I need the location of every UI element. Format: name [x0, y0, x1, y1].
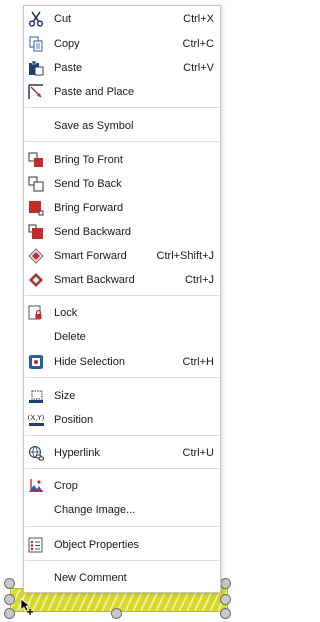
- menu-item-size[interactable]: Size: [24, 385, 220, 407]
- menu-item-label: Paste: [54, 62, 83, 74]
- shortcut-text: Ctrl+U: [182, 447, 214, 459]
- menu-item-save-as-symbol[interactable]: Save as Symbol: [24, 115, 220, 137]
- menu-item-new-comment[interactable]: New Comment: [24, 567, 220, 589]
- menu-item-smart-backward[interactable]: Smart Backward Ctrl+J: [24, 269, 220, 291]
- menu-item-position[interactable]: (X,Y) Position: [24, 409, 220, 431]
- menu-separator: [25, 295, 219, 296]
- menu-item-label: Crop: [54, 480, 78, 492]
- menu-item-delete[interactable]: Delete: [24, 326, 220, 348]
- menu-separator: [25, 560, 219, 561]
- shortcut-text: Ctrl+X: [183, 13, 214, 25]
- menu-separator: [25, 435, 219, 436]
- smart-backward-icon: [28, 272, 44, 288]
- menu-item-label: Smart Backward: [54, 274, 135, 286]
- menu-separator: [25, 468, 219, 469]
- lock-icon: [28, 305, 44, 321]
- menu-item-label: Send To Back: [54, 178, 122, 190]
- send-to-back-icon: [28, 176, 44, 192]
- menu-item-lock[interactable]: Lock: [24, 302, 220, 324]
- menu-item-copy[interactable]: Copy Ctrl+C: [24, 33, 220, 55]
- resize-handle-left[interactable]: [4, 594, 15, 605]
- menu-item-label: New Comment: [54, 572, 127, 584]
- context-menu: Cut Ctrl+X Copy Ctrl+C Paste Ctrl+V Past…: [23, 5, 221, 593]
- menu-item-label: Hide Selection: [54, 356, 125, 368]
- resize-handle-top-right[interactable]: [220, 578, 231, 589]
- bring-to-front-icon: [28, 152, 44, 168]
- menu-item-label: Copy: [54, 38, 80, 50]
- size-icon: [28, 388, 44, 404]
- move-cursor-icon: [20, 598, 33, 615]
- menu-item-label: Cut: [54, 13, 72, 25]
- smart-forward-icon: [28, 248, 44, 264]
- menu-separator: [25, 141, 219, 142]
- hide-selection-icon: [28, 354, 44, 370]
- menu-item-label: Smart Forward: [54, 250, 127, 262]
- resize-handle-right[interactable]: [220, 594, 231, 605]
- position-icon: (X,Y): [28, 412, 44, 428]
- menu-item-bring-forward[interactable]: Bring Forward: [24, 197, 220, 219]
- menu-item-object-properties[interactable]: Object Properties: [24, 534, 220, 556]
- hyperlink-icon: [28, 445, 44, 461]
- shortcut-text: Ctrl+H: [182, 356, 214, 368]
- scissors-icon: [28, 11, 44, 27]
- shortcut-text: Ctrl+V: [183, 62, 214, 74]
- menu-item-label: Paste and Place: [54, 86, 135, 98]
- menu-item-change-image[interactable]: Change Image...: [24, 499, 220, 521]
- menu-item-label: Send Backward: [54, 226, 132, 238]
- resize-handle-bottom-left[interactable]: [4, 608, 15, 619]
- position-icon-bar: [28, 423, 44, 426]
- resize-handle-top-left[interactable]: [4, 578, 15, 589]
- menu-item-smart-forward[interactable]: Smart Forward Ctrl+Shift+J: [24, 245, 220, 267]
- menu-item-hide-selection[interactable]: Hide Selection Ctrl+H: [24, 351, 220, 373]
- menu-item-bring-to-front[interactable]: Bring To Front: [24, 149, 220, 171]
- menu-item-paste[interactable]: Paste Ctrl+V: [24, 57, 220, 79]
- object-properties-icon: [28, 537, 44, 553]
- send-backward-icon: [28, 224, 44, 240]
- menu-item-label: Position: [54, 414, 94, 426]
- menu-item-label: Save as Symbol: [54, 120, 134, 132]
- copy-icon: [28, 36, 44, 52]
- crop-icon: [28, 478, 44, 494]
- menu-item-label: Change Image...: [54, 504, 136, 516]
- menu-separator: [25, 526, 219, 527]
- menu-item-label: Lock: [54, 307, 78, 319]
- menu-item-label: Delete: [54, 331, 86, 343]
- menu-item-send-to-back[interactable]: Send To Back: [24, 173, 220, 195]
- menu-separator: [25, 107, 219, 108]
- paste-place-icon: [28, 84, 44, 100]
- menu-item-label: Object Properties: [54, 539, 139, 551]
- menu-item-label: Bring Forward: [54, 202, 124, 214]
- menu-item-label: Hyperlink: [54, 447, 100, 459]
- resize-handle-bottom-right[interactable]: [220, 608, 231, 619]
- menu-item-label: Size: [54, 390, 76, 402]
- menu-item-cut[interactable]: Cut Ctrl+X: [24, 8, 220, 30]
- shortcut-text: Ctrl+Shift+J: [156, 250, 214, 262]
- bring-forward-icon: [28, 200, 44, 216]
- resize-handle-bottom[interactable]: [111, 608, 122, 619]
- position-icon-text: (X,Y): [27, 414, 45, 422]
- menu-item-send-backward[interactable]: Send Backward: [24, 221, 220, 243]
- menu-item-label: Bring To Front: [54, 154, 123, 166]
- shortcut-text: Ctrl+C: [182, 38, 214, 50]
- menu-item-crop[interactable]: Crop: [24, 475, 220, 497]
- menu-separator: [25, 377, 219, 378]
- shortcut-text: Ctrl+J: [184, 274, 214, 286]
- paste-icon: [28, 60, 44, 76]
- menu-item-paste-and-place[interactable]: Paste and Place: [24, 81, 220, 103]
- menu-item-hyperlink[interactable]: Hyperlink Ctrl+U: [24, 442, 220, 464]
